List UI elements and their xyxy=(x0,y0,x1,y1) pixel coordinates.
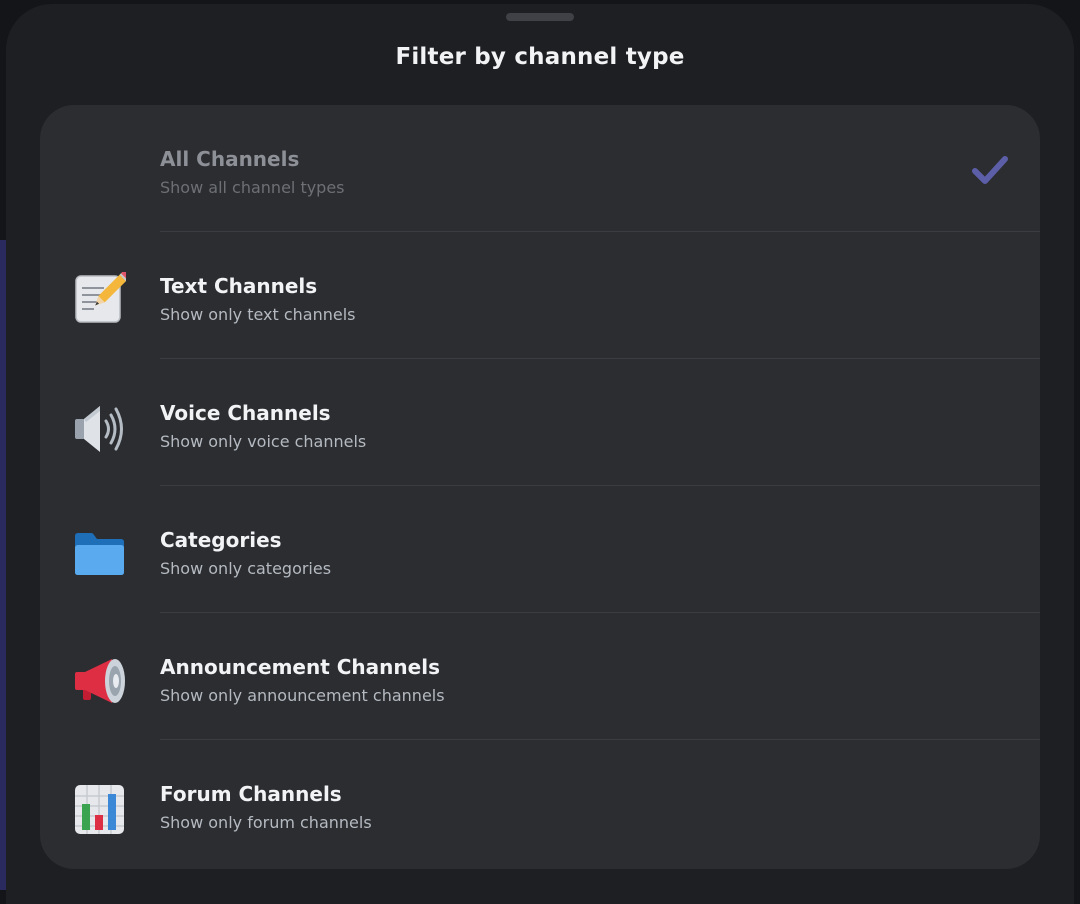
option-title: All Channels xyxy=(160,147,300,171)
sheet-title: Filter by channel type xyxy=(395,44,685,70)
option-all-channels[interactable]: All Channels Show all channel types xyxy=(40,105,1040,232)
memo-pencil-icon xyxy=(75,272,126,323)
option-subtitle: Show only announcement channels xyxy=(160,686,445,705)
option-subtitle: Show only forum channels xyxy=(160,813,372,832)
option-subtitle: Show all channel types xyxy=(160,178,345,197)
folder-icon xyxy=(75,533,124,575)
option-announcement-channels[interactable]: Announcement Channels Show only announce… xyxy=(40,613,1040,740)
option-voice-channels[interactable]: Voice Channels Show only voice channels xyxy=(40,359,1040,486)
drag-handle[interactable] xyxy=(506,13,574,21)
option-title: Categories xyxy=(160,528,282,552)
bar-chart-icon xyxy=(75,785,124,834)
checkmark-icon xyxy=(972,156,1008,184)
option-title: Text Channels xyxy=(160,274,318,298)
bottom-sheet: Filter by channel type All Channels Show… xyxy=(6,4,1074,904)
option-title: Voice Channels xyxy=(160,401,331,425)
option-subtitle: Show only categories xyxy=(160,559,332,578)
option-subtitle: Show only voice channels xyxy=(160,432,367,451)
option-title: Announcement Channels xyxy=(160,655,440,679)
options-card: All Channels Show all channel types Text… xyxy=(40,105,1040,869)
option-forum-channels[interactable]: Forum Channels Show only forum channels xyxy=(40,740,1040,867)
speaker-icon xyxy=(75,406,123,452)
option-subtitle: Show only text channels xyxy=(160,305,356,324)
option-categories[interactable]: Categories Show only categories xyxy=(40,486,1040,613)
option-title: Forum Channels xyxy=(160,782,342,806)
option-text-channels[interactable]: Text Channels Show only text channels xyxy=(40,232,1040,359)
megaphone-icon xyxy=(75,659,125,703)
